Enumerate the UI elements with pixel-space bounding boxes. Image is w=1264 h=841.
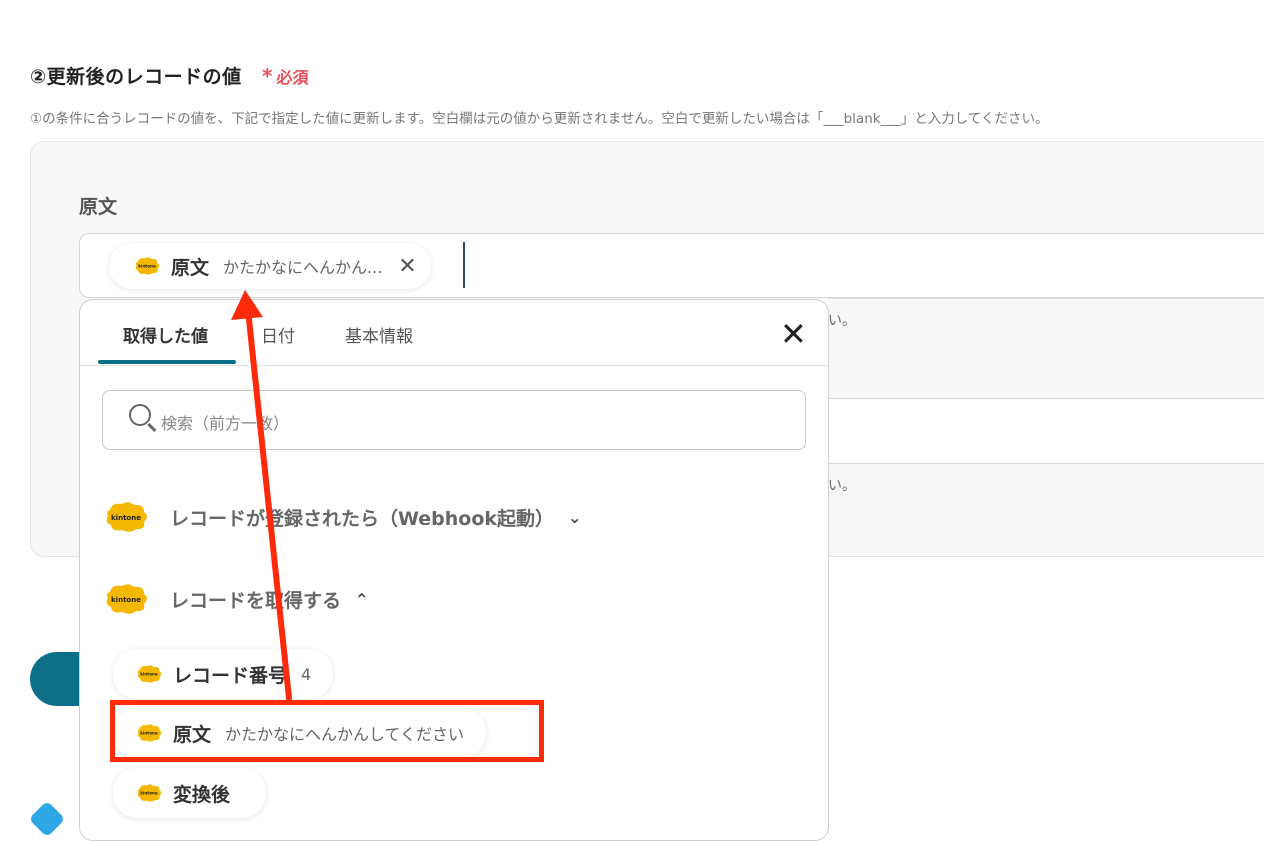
annotation-arrow-icon bbox=[231, 290, 292, 701]
